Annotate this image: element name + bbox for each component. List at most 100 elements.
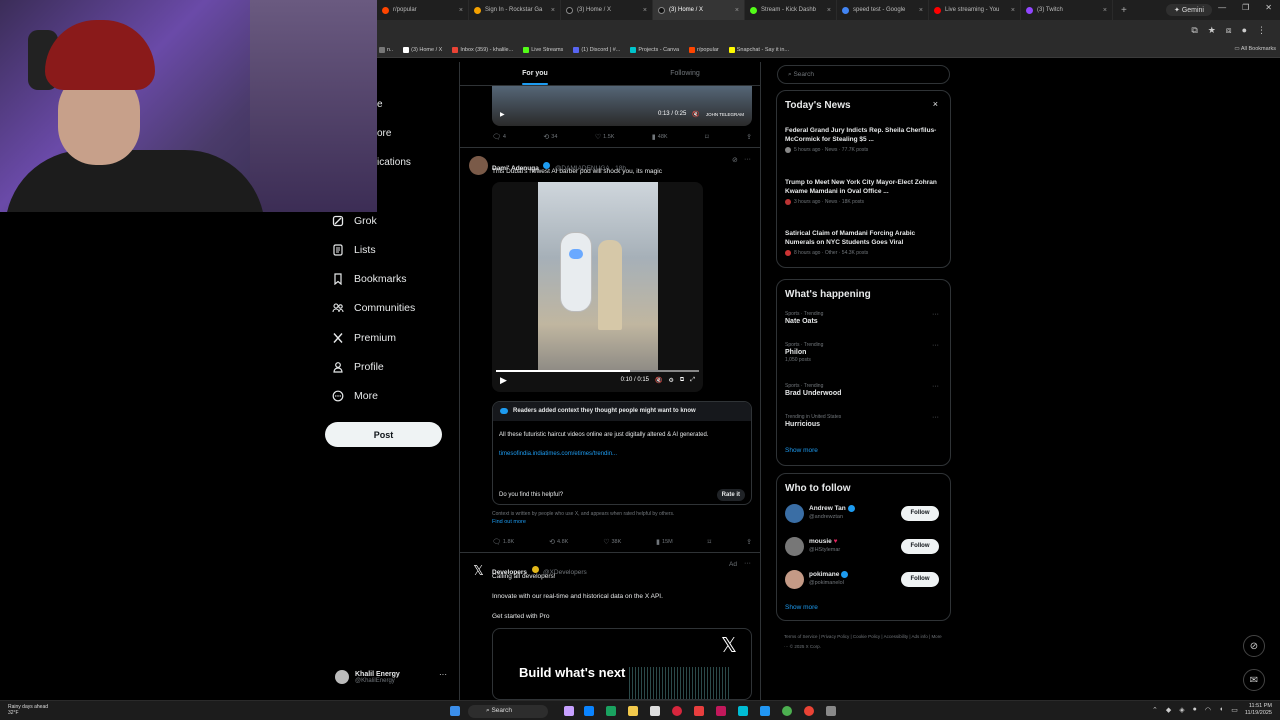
nav-item-profile[interactable]: Profile bbox=[332, 361, 384, 373]
footer-link[interactable]: Cookie Policy bbox=[853, 634, 880, 639]
bookmark-item[interactable]: Snapchat - Say it in... bbox=[728, 46, 789, 53]
close-tab-icon[interactable]: × bbox=[1103, 7, 1107, 14]
nav-item-premium[interactable]: Premium bbox=[332, 332, 396, 344]
taskbar-app-icon[interactable] bbox=[738, 706, 748, 716]
share-button[interactable]: ⇪ bbox=[746, 133, 752, 141]
cast-icon[interactable]: ⧉ bbox=[1191, 25, 1197, 36]
bookmark-item[interactable]: n.. bbox=[379, 46, 393, 53]
store-icon[interactable] bbox=[650, 706, 660, 716]
trend-menu-icon[interactable]: ··· bbox=[932, 383, 939, 390]
trend-item[interactable]: Sports · Trending Brad Underwood ··· bbox=[785, 383, 945, 397]
browser-tab[interactable]: r/popular × bbox=[377, 0, 469, 20]
reply-button[interactable]: 🗨 1.8K bbox=[492, 538, 514, 546]
extensions-icon[interactable]: ⧈ bbox=[1226, 25, 1232, 36]
close-tab-icon[interactable]: × bbox=[919, 7, 923, 14]
volume-icon[interactable]: ◖ bbox=[1219, 706, 1223, 714]
find-out-more-link[interactable]: Find out more bbox=[492, 519, 526, 525]
views-button[interactable]: ▮ 48K bbox=[652, 133, 668, 141]
close-tab-icon[interactable]: × bbox=[735, 7, 739, 14]
account-menu-icon[interactable]: ··· bbox=[439, 670, 447, 679]
address-bar[interactable]: ⧉ ★ ⧈ ● ⋮ bbox=[377, 20, 1280, 42]
bookmark-button[interactable]: ⌑ bbox=[708, 538, 712, 546]
close-tab-icon[interactable]: × bbox=[643, 7, 647, 14]
news-item[interactable]: Federal Grand Jury Indicts Rep. Sheila C… bbox=[785, 127, 945, 153]
gemini-button[interactable]: ✦ Gemini bbox=[1166, 4, 1212, 16]
bookmark-button[interactable]: ⌑ bbox=[705, 133, 709, 141]
close-tab-icon[interactable]: × bbox=[827, 7, 831, 14]
fullscreen-icon[interactable]: ⤢ bbox=[690, 377, 695, 384]
footer-link[interactable]: Ads info bbox=[912, 634, 928, 639]
weather-widget[interactable]: Rainy days ahead 32°F bbox=[8, 704, 48, 716]
minimize-icon[interactable]: — bbox=[1218, 3, 1226, 12]
follow-suggestion[interactable]: pokimane @pokimanelol Follow bbox=[785, 568, 945, 592]
nav-label-fragment[interactable]: e bbox=[377, 99, 383, 110]
bookmark-item[interactable]: Inbox (359) - khalile... bbox=[452, 46, 513, 53]
news-item[interactable]: Satirical Claim of Mamdani Forcing Arabi… bbox=[785, 230, 945, 256]
browser-tab-active[interactable]: (3) Home / X × bbox=[653, 0, 745, 20]
play-icon[interactable]: ▶ bbox=[500, 111, 505, 118]
taskbar-app-icon[interactable] bbox=[672, 706, 682, 716]
nav-item-more[interactable]: More bbox=[332, 390, 378, 402]
post-menu-icon[interactable]: ··· bbox=[744, 156, 751, 163]
footer-link[interactable]: Privacy Policy bbox=[821, 634, 849, 639]
taskbar-app-icon[interactable] bbox=[564, 706, 574, 716]
tray-app-icon[interactable]: ◈ bbox=[1179, 706, 1184, 714]
close-tab-icon[interactable]: × bbox=[551, 7, 555, 14]
maximize-icon[interactable]: ❐ bbox=[1242, 3, 1249, 12]
account-switcher[interactable]: Khalil Energy @KhalilEnergy ··· bbox=[335, 664, 455, 690]
file-explorer-icon[interactable] bbox=[628, 706, 638, 716]
follow-suggestion[interactable]: mousie ♥ @HStylemar Follow bbox=[785, 535, 945, 559]
bookmark-item[interactable]: (3) Home / X bbox=[403, 46, 442, 53]
mute-icon[interactable]: 🔇 bbox=[655, 377, 662, 384]
follow-suggestion[interactable]: Andrew Tan @andrewztan Follow bbox=[785, 502, 945, 526]
new-tab-button[interactable]: + bbox=[1121, 5, 1127, 16]
browser-tab[interactable]: Live streaming - You × bbox=[929, 0, 1021, 20]
taskbar-app-icon[interactable] bbox=[716, 706, 726, 716]
nav-item-bookmarks[interactable]: Bookmarks bbox=[332, 273, 407, 285]
browser-tab[interactable]: speed test - Google × bbox=[837, 0, 929, 20]
grok-fab-button[interactable]: ⊘ bbox=[1243, 635, 1265, 657]
browser-tab[interactable]: Stream - Kick Dashb × bbox=[745, 0, 837, 20]
trend-menu-icon[interactable]: ··· bbox=[932, 311, 939, 318]
follow-button[interactable]: Follow bbox=[901, 572, 939, 587]
browser-tab[interactable]: Sign In - Rockstar Ga × bbox=[469, 0, 561, 20]
trend-menu-icon[interactable]: ··· bbox=[932, 414, 939, 421]
chrome-icon[interactable] bbox=[804, 706, 814, 716]
pip-icon[interactable]: ⧉ bbox=[680, 377, 684, 384]
taskbar-app-icon[interactable] bbox=[782, 706, 792, 716]
community-note-link[interactable]: timesofindia.indiatimes.com/etimes/trend… bbox=[493, 451, 751, 457]
bookmark-item[interactable]: Projects - Canva bbox=[630, 46, 679, 53]
tab-for-you[interactable]: For you bbox=[460, 62, 610, 85]
close-window-icon[interactable]: ✕ bbox=[1265, 3, 1272, 12]
taskbar-app-icon[interactable] bbox=[760, 706, 770, 716]
post-button[interactable]: Post bbox=[325, 422, 442, 447]
messages-fab-button[interactable]: ✉ bbox=[1243, 669, 1265, 691]
trend-item[interactable]: Trending in United States Hurricious ··· bbox=[785, 414, 945, 428]
taskbar-app-icon[interactable] bbox=[694, 706, 704, 716]
search-input[interactable]: ⌕ Search bbox=[777, 65, 950, 84]
video-player[interactable]: ▶ 0:13 / 0:25 🔇 JOHN TELEGRAM bbox=[492, 86, 752, 126]
taskbar-clock[interactable]: 11:51 PM 11/19/2025 bbox=[1245, 703, 1272, 717]
bookmark-item[interactable]: r/popular bbox=[689, 46, 719, 53]
taskbar-app-icon[interactable] bbox=[584, 706, 594, 716]
nav-label-fragment[interactable]: ore bbox=[377, 128, 391, 139]
footer-link[interactable]: Accessibility bbox=[884, 634, 909, 639]
browser-tab[interactable]: (3) Twitch × bbox=[1021, 0, 1113, 20]
trend-item[interactable]: Sports · Trending Philon 1,050 posts ··· bbox=[785, 342, 945, 363]
rate-it-button[interactable]: Rate it bbox=[716, 489, 745, 501]
tray-app-icon[interactable]: ◆ bbox=[1166, 706, 1171, 714]
bookmark-item[interactable]: Live Streams bbox=[523, 46, 563, 53]
reply-button[interactable]: 🗨 4 bbox=[492, 133, 506, 141]
ad-card[interactable]: 𝕏 Build what's next bbox=[492, 628, 752, 700]
mute-icon[interactable]: 🔇 bbox=[692, 111, 699, 118]
nav-label-fragment[interactable]: ications bbox=[377, 157, 411, 168]
chevron-up-icon[interactable]: ⌃ bbox=[1152, 706, 1158, 714]
video-progress-bar[interactable] bbox=[496, 370, 699, 372]
grok-post-icon[interactable]: ⊘ bbox=[732, 156, 738, 164]
close-icon[interactable]: × bbox=[933, 99, 938, 109]
follow-button[interactable]: Follow bbox=[901, 539, 939, 554]
avatar[interactable] bbox=[469, 156, 488, 175]
nav-item-lists[interactable]: Lists bbox=[332, 244, 376, 256]
windows-start-icon[interactable] bbox=[450, 706, 460, 716]
repost-button[interactable]: ⟲ 34 bbox=[543, 133, 557, 141]
